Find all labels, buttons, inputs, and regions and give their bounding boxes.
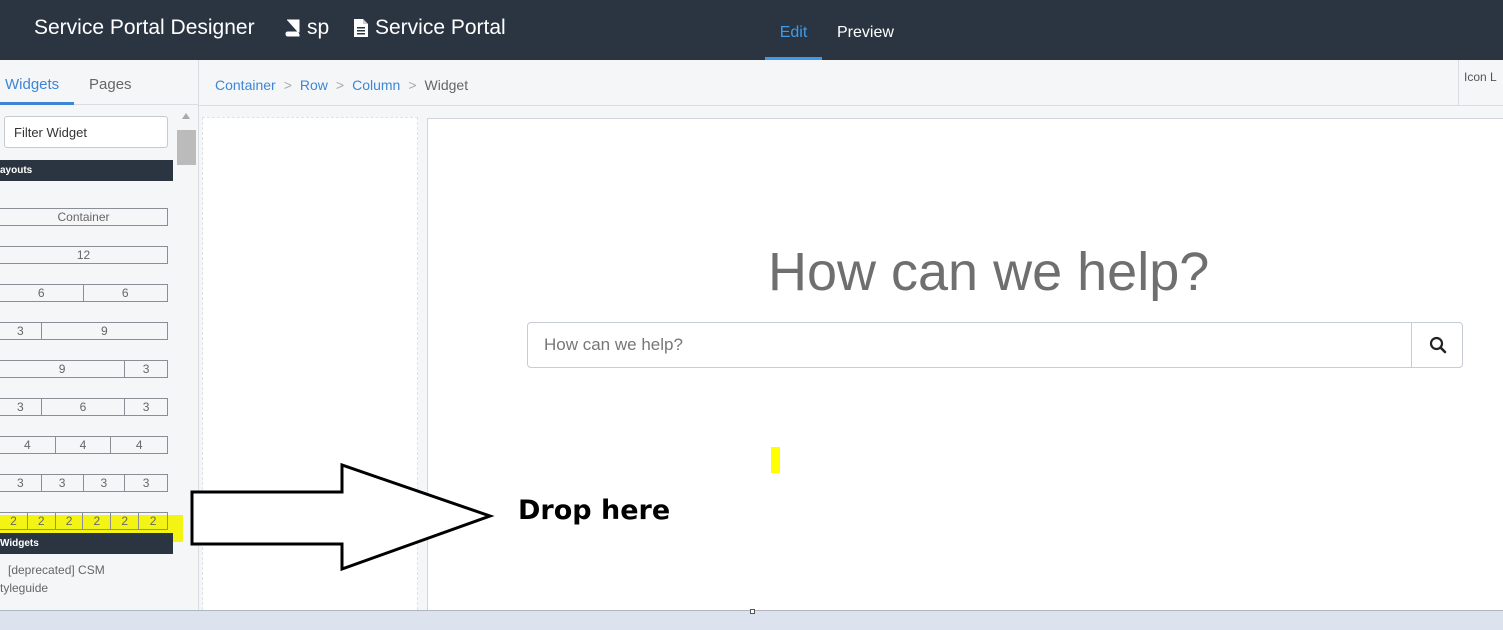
- breadcrumb-separator: >: [335, 77, 345, 93]
- layout-cell: 2: [83, 513, 112, 529]
- breadcrumb-separator: >: [408, 77, 417, 93]
- layout-2-2-2-2-2-2[interactable]: 2 2 2 2 2 2: [0, 512, 168, 530]
- layout-4-4-4[interactable]: 4 4 4: [0, 436, 168, 454]
- page-headline: How can we help?: [768, 242, 1210, 302]
- layout-cell: 2: [0, 513, 28, 529]
- breadcrumb-separator: >: [283, 77, 292, 93]
- tab-preview[interactable]: Preview: [837, 24, 894, 42]
- layout-cell: 3: [0, 475, 42, 491]
- portal-id-label: sp: [307, 16, 330, 39]
- layout-cell: 9: [0, 361, 126, 377]
- layout-cell: 6: [42, 399, 126, 415]
- icon-library-tab[interactable]: Icon L: [1458, 60, 1503, 106]
- widget-sidebar: Widgets Pages ayouts Container 12 6 6 3 …: [0, 60, 199, 610]
- layout-cell: 2: [111, 513, 140, 529]
- widget-list-item[interactable]: [deprecated] CSM tyleguide: [0, 561, 173, 597]
- layout-cell: 3: [42, 475, 84, 491]
- layout-cell: 6: [121, 286, 129, 300]
- layout-3-3-3-3[interactable]: 3 3 3 3: [0, 474, 168, 492]
- widgets-header: Widgets: [0, 533, 173, 554]
- layout-cell: 3: [142, 400, 150, 414]
- layout-cell: 2: [56, 513, 84, 529]
- layout-cell: 3: [0, 399, 42, 415]
- document-icon: [354, 19, 368, 37]
- app-title: Service Portal Designer: [34, 16, 255, 39]
- layout-12[interactable]: 12: [0, 246, 168, 264]
- search-button[interactable]: [1413, 323, 1462, 367]
- tab-widgets[interactable]: Widgets: [0, 76, 74, 105]
- layouts-header: ayouts: [0, 160, 173, 181]
- layout-cell: 2: [149, 514, 157, 528]
- layout-6-6[interactable]: 6 6: [0, 284, 168, 302]
- layout-cell: 4: [56, 437, 112, 453]
- layout-cell: 4: [135, 438, 143, 452]
- portal-name-label: Service Portal: [375, 16, 506, 39]
- top-bar: Service Portal Designer sp Service Porta…: [0, 0, 1503, 60]
- layout-container[interactable]: Container: [0, 208, 168, 226]
- breadcrumb-row[interactable]: Row: [300, 77, 328, 93]
- search-icon: [1429, 336, 1446, 354]
- layout-cell: 4: [0, 437, 56, 453]
- breadcrumb: Container > Row > Column > Widget: [215, 77, 468, 93]
- filter-widget-input[interactable]: [4, 116, 168, 148]
- resize-handle[interactable]: [750, 609, 755, 614]
- portal-name[interactable]: Service Portal: [353, 16, 506, 40]
- sidebar-tabs: Widgets Pages: [0, 60, 198, 105]
- layout-cell: 9: [101, 324, 108, 338]
- layout-cell: 6: [0, 285, 84, 301]
- layout-cell: 12: [76, 248, 91, 262]
- layout-cell: 3: [0, 323, 42, 339]
- breadcrumb-container[interactable]: Container: [215, 77, 276, 93]
- search-bar: [527, 322, 1463, 368]
- layout-cell: 3: [84, 475, 126, 491]
- layout-cell: 3: [142, 476, 150, 490]
- drop-here-label: Drop here: [518, 495, 671, 526]
- breadcrumb-bar: Container > Row > Column > Widget Icon L: [199, 60, 1503, 106]
- cursor-highlight: [771, 447, 780, 473]
- widget-item-line-1: [deprecated] CSM: [8, 563, 105, 577]
- book-icon: [285, 19, 300, 37]
- widget-item-line-2: tyleguide: [0, 581, 49, 595]
- layout-cell: 2: [28, 513, 56, 529]
- layout-3-9[interactable]: 3 9: [0, 322, 168, 340]
- layout-cell: Container: [57, 210, 110, 224]
- scroll-up-arrow-icon[interactable]: [182, 113, 190, 119]
- layout-3-6-3[interactable]: 3 6 3: [0, 398, 168, 416]
- right-column[interactable]: How can we help?: [427, 118, 1503, 610]
- layout-cell: 3: [142, 362, 150, 376]
- tab-pages[interactable]: Pages: [89, 76, 132, 93]
- breadcrumb-column[interactable]: Column: [352, 77, 400, 93]
- breadcrumb-widget: Widget: [424, 77, 469, 93]
- search-input[interactable]: [528, 323, 1412, 367]
- layout-9-3[interactable]: 9 3: [0, 360, 168, 378]
- portal-id[interactable]: sp: [283, 16, 329, 40]
- arrow-annotation-icon: [190, 462, 495, 572]
- tab-edit[interactable]: Edit: [765, 24, 822, 60]
- scroll-thumb[interactable]: [177, 130, 196, 165]
